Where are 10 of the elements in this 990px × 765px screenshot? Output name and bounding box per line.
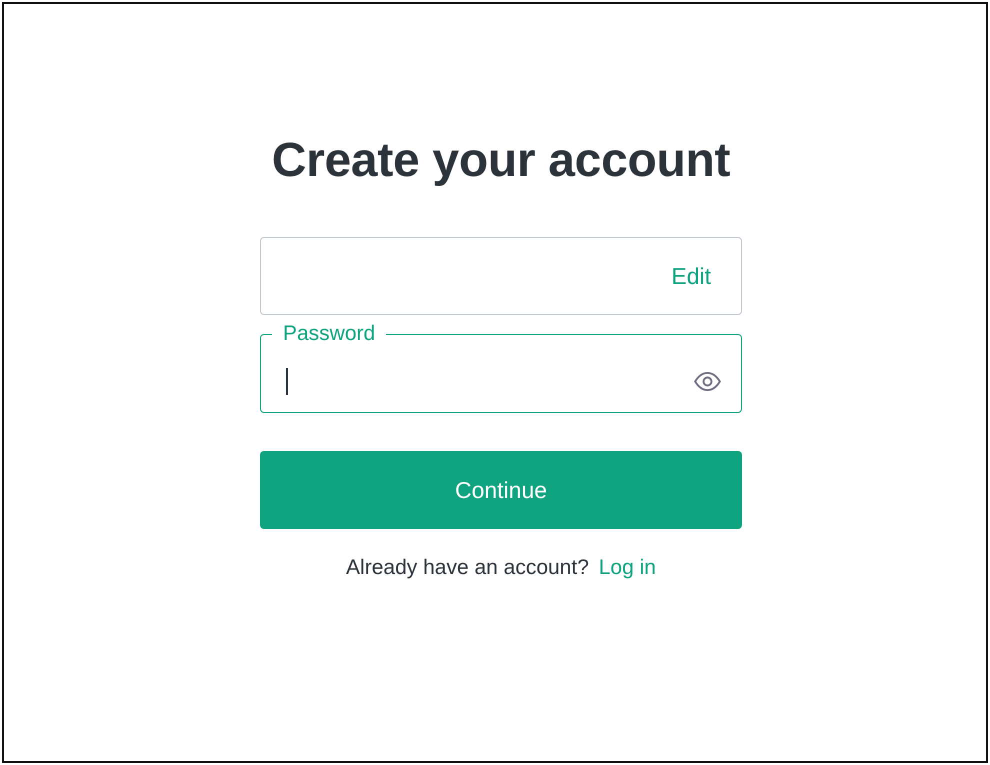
password-field[interactable]: Password xyxy=(260,322,742,413)
login-prompt: Already have an account? Log in xyxy=(346,556,656,580)
login-link[interactable]: Log in xyxy=(598,556,656,579)
text-cursor-icon xyxy=(286,368,288,394)
email-field[interactable]: Edit xyxy=(260,237,742,315)
continue-button[interactable]: Continue xyxy=(260,451,742,529)
edit-button[interactable]: Edit xyxy=(671,263,711,289)
page-heading: Create your account xyxy=(272,134,730,188)
eye-icon xyxy=(694,372,721,390)
show-password-button[interactable] xyxy=(694,372,721,390)
